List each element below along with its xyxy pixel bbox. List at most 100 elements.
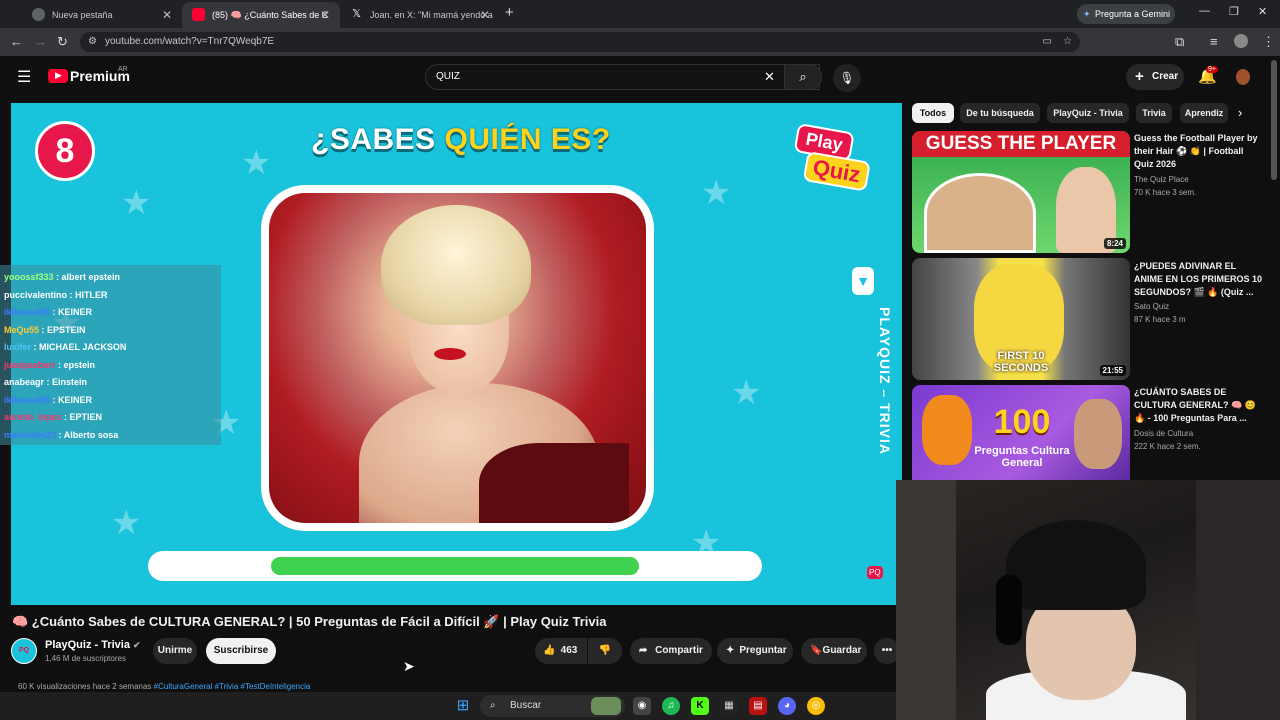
clear-search-icon[interactable]: ✕ bbox=[764, 65, 775, 89]
cartoon-cat-image bbox=[922, 395, 972, 465]
save-button[interactable]: 🔖 Guardar bbox=[801, 638, 867, 664]
search-input[interactable]: QUIZ ✕ bbox=[425, 64, 820, 90]
chat-message: mercedes23 : Alberto sosa bbox=[4, 430, 118, 447]
chat-username[interactable]: juanpaeberr bbox=[4, 360, 56, 370]
chat-username[interactable]: puccivalentino bbox=[4, 290, 67, 300]
chat-username[interactable]: anabeagr bbox=[4, 377, 44, 387]
chip-aprendiz[interactable]: Aprendiz bbox=[1180, 103, 1228, 123]
chat-username[interactable]: iklimasd85 bbox=[4, 395, 50, 405]
rec-thumbnail[interactable]: 100 Preguntas Cultura General bbox=[912, 385, 1130, 480]
channel-name[interactable]: PlayQuiz - Trivia ✔ bbox=[45, 639, 141, 651]
chrome-taskbar-icon[interactable]: ◎ bbox=[807, 697, 825, 715]
x-logo-icon: 𝕏 bbox=[352, 8, 361, 20]
chat-username[interactable]: iklimasd85 bbox=[4, 307, 50, 317]
back-icon[interactable]: ← bbox=[10, 34, 23, 49]
portrait-hair bbox=[381, 205, 531, 325]
reload-icon[interactable]: ↻ bbox=[57, 34, 68, 50]
logo-bottom-text: Quiz bbox=[802, 151, 871, 192]
gemini-button[interactable]: ✦ Pregunta a Gemini bbox=[1077, 4, 1175, 24]
rec-channel[interactable]: The Quiz Place bbox=[1134, 173, 1189, 186]
media-icon[interactable]: ≡ bbox=[1210, 34, 1218, 49]
join-button[interactable]: Unirme bbox=[153, 638, 197, 664]
tab-label: Joan. en X: "Mi mamá yendo a bbox=[370, 10, 493, 20]
duration-badge: 21:55 bbox=[1099, 365, 1126, 376]
chat-message: MeQu55 : EPSTEIN bbox=[4, 325, 86, 342]
obs-icon[interactable]: ◉ bbox=[633, 697, 651, 715]
profile-avatar[interactable] bbox=[1234, 34, 1248, 48]
page-scrollbar[interactable] bbox=[1271, 60, 1277, 180]
dislike-button[interactable]: 👎 bbox=[588, 638, 622, 664]
windows-start-icon[interactable]: ⊞ bbox=[454, 697, 472, 715]
url-field[interactable]: ⚙ youtube.com/watch?v=Tnr7QWeqb7E ▭ ☆ bbox=[80, 32, 1080, 52]
site-info-icon[interactable]: ⚙ bbox=[88, 32, 97, 52]
mouse-cursor-icon: ➤ bbox=[403, 658, 415, 674]
extensions-icon[interactable]: ⧉ bbox=[1175, 34, 1184, 50]
headset-icon bbox=[996, 575, 1022, 645]
rec-meta: 222 K hace 2 sem. bbox=[1134, 440, 1201, 453]
notification-badge: 9+ bbox=[1206, 66, 1218, 73]
ask-button[interactable]: ✦ Preguntar bbox=[717, 638, 793, 664]
chevron-right-icon[interactable]: › bbox=[1238, 105, 1242, 120]
minimize-icon[interactable]: — bbox=[1199, 5, 1210, 17]
bookmark-icon: 🔖 bbox=[810, 645, 823, 656]
search-button[interactable]: ⌕ bbox=[784, 64, 822, 90]
close-icon[interactable]: ✕ bbox=[162, 8, 172, 22]
gemini-icon: ✦ bbox=[1083, 9, 1091, 19]
rec-thumbnail[interactable]: GUESS THE PLAYER 8:24 bbox=[912, 131, 1130, 253]
hamburger-menu-icon[interactable]: ☰ bbox=[17, 67, 31, 87]
hashtags[interactable]: #CulturaGeneral #Trivia #TestDeInteligen… bbox=[154, 682, 311, 691]
cast-icon[interactable]: ▭ bbox=[1043, 32, 1052, 52]
views-date: 60 K visualizaciones hace 2 semanas bbox=[18, 682, 154, 691]
rec-title[interactable]: ¿PUEDES ADIVINAR EL ANIME EN LOS PRIMERO… bbox=[1134, 260, 1264, 299]
close-icon[interactable]: ✕ bbox=[480, 8, 490, 22]
taskbar-search[interactable]: ⌕ Buscar bbox=[480, 695, 625, 717]
new-tab-button[interactable]: + bbox=[505, 4, 514, 21]
sparkle-icon: ✦ bbox=[726, 645, 735, 656]
tab-youtube-video[interactable]: (85) 🧠 ¿Cuánto Sabes de C ✕ bbox=[182, 2, 340, 28]
chat-username[interactable]: luxifer bbox=[4, 342, 31, 352]
streamer-app-icon[interactable]: ▤ bbox=[749, 697, 767, 715]
chip-todos[interactable]: Todos bbox=[912, 103, 954, 123]
chat-username[interactable]: mercedes23 bbox=[4, 430, 56, 440]
account-avatar[interactable] bbox=[1236, 69, 1250, 85]
chat-username[interactable]: aurelio_lopez bbox=[4, 412, 62, 422]
background-wall bbox=[896, 480, 956, 720]
bookmark-star-icon[interactable]: ☆ bbox=[1063, 32, 1072, 52]
rec-channel[interactable]: Dosis de Cultura bbox=[1134, 427, 1193, 440]
rec-title[interactable]: ¿CUÁNTO SABES DE CULTURA GENERAL? 🧠 😊 🔥 … bbox=[1134, 386, 1264, 425]
like-button[interactable]: 👍 463 bbox=[535, 638, 587, 664]
star-decoration: ★ bbox=[111, 504, 142, 542]
tab-new-tab[interactable]: Nueva pestaña ✕ bbox=[22, 2, 182, 28]
chat-username[interactable]: yooossf333 bbox=[4, 272, 54, 282]
spotify-icon[interactable]: ♫ bbox=[662, 697, 680, 715]
like-count: 463 bbox=[560, 645, 578, 656]
chip-playquiz-trivia[interactable]: PlayQuiz - Trivia bbox=[1047, 103, 1129, 123]
menu-kebab-icon[interactable]: ⋮ bbox=[1262, 34, 1275, 50]
rec-channel[interactable]: Sato Quiz bbox=[1134, 300, 1169, 313]
rec-title[interactable]: Guess the Football Player by their Hair … bbox=[1134, 132, 1264, 171]
region-code: AR bbox=[118, 66, 128, 73]
forward-icon[interactable]: → bbox=[34, 34, 47, 49]
discord-icon[interactable]: ◕ bbox=[778, 697, 796, 715]
tab-x-post[interactable]: 𝕏 Joan. en X: "Mi mamá yendo a ✕ bbox=[340, 2, 500, 28]
maximize-icon[interactable]: ❐ bbox=[1229, 5, 1239, 18]
video-question-title: ¿SABES QUIÉN ES? bbox=[311, 123, 611, 157]
subscribe-button[interactable]: Suscribirse bbox=[206, 638, 276, 664]
star-decoration: ★ bbox=[731, 374, 762, 412]
chip-trivia[interactable]: Trivia bbox=[1136, 103, 1172, 123]
chip-de-tu-busqueda[interactable]: De tu búsqueda bbox=[960, 103, 1040, 123]
youtube-logo-icon[interactable]: ▶ bbox=[48, 69, 68, 83]
chat-username[interactable]: MeQu55 bbox=[4, 325, 39, 335]
share-button[interactable]: ➦ Compartir bbox=[630, 638, 712, 664]
microphone-icon: 🎙 bbox=[839, 71, 855, 85]
close-icon[interactable]: ✕ bbox=[320, 8, 330, 22]
subscriber-count: 1,46 M de suscriptores bbox=[45, 654, 126, 663]
channel-avatar[interactable]: PQ bbox=[11, 638, 37, 664]
voice-search-button[interactable]: 🎙 bbox=[833, 64, 861, 92]
webcam-overlay bbox=[896, 480, 1280, 720]
create-button[interactable]: + Crear bbox=[1126, 64, 1184, 90]
kick-icon[interactable]: K bbox=[691, 697, 709, 715]
rec-thumbnail[interactable]: FIRST 10 SECONDS 21:55 bbox=[912, 258, 1130, 380]
window-close-icon[interactable]: ✕ bbox=[1258, 5, 1267, 18]
app-icon[interactable]: ▦ bbox=[720, 697, 738, 715]
